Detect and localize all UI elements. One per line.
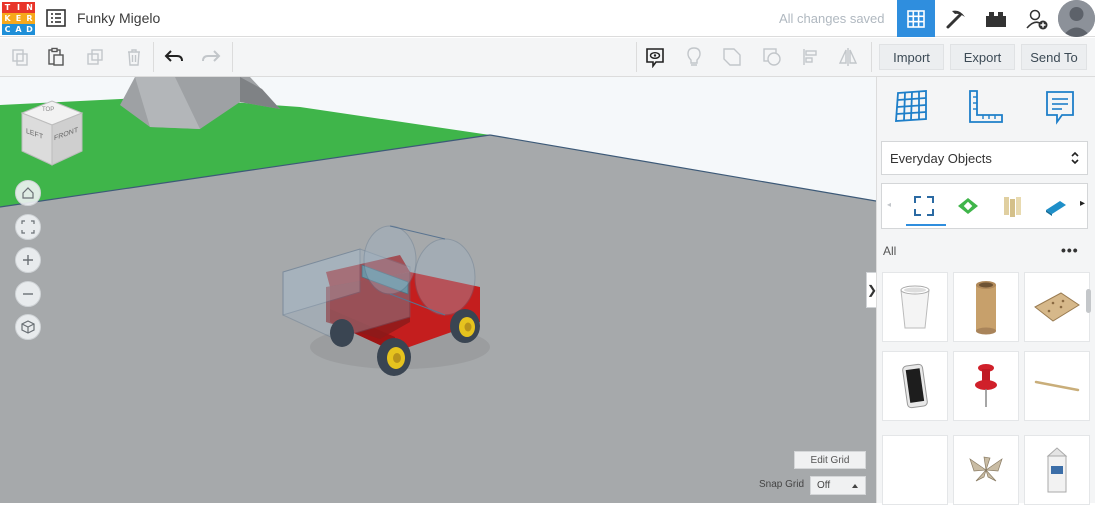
- logo-letter: C: [2, 24, 13, 35]
- top-bar: TINKERCAD Funky Migelo All changes saved: [0, 0, 1095, 37]
- light-bulb-icon[interactable]: [680, 44, 708, 70]
- toolbar-separator: [871, 42, 872, 72]
- active-tab-underline: [906, 224, 946, 226]
- cork-board-icon: [1034, 292, 1080, 322]
- import-button[interactable]: Import: [879, 44, 944, 70]
- prev-category-icon[interactable]: ◂: [887, 200, 891, 209]
- ruler-icon[interactable]: [966, 87, 1006, 127]
- perspective-icon[interactable]: [15, 314, 41, 340]
- duplicate-icon[interactable]: [82, 44, 110, 70]
- paper-ornament-icon: [969, 456, 1003, 482]
- delete-icon[interactable]: [120, 44, 148, 70]
- view-cube[interactable]: TOP LEFT FRONT: [18, 99, 84, 169]
- smartphone-icon: [902, 363, 928, 409]
- shape-card-cardboard-tube[interactable]: [953, 272, 1019, 342]
- 3d-design-view-icon[interactable]: [897, 0, 935, 37]
- shape-card-paper-ornament[interactable]: [953, 435, 1019, 505]
- redo-icon[interactable]: [197, 44, 225, 70]
- tab-wood-shapes[interactable]: [998, 192, 1026, 220]
- tab-blue-shapes[interactable]: [1042, 192, 1070, 220]
- edit-grid-button[interactable]: Edit Grid: [794, 451, 866, 469]
- paper-cup-icon: [900, 285, 930, 329]
- skewer-stick-icon: [1034, 380, 1080, 392]
- logo-letter: T: [2, 2, 13, 13]
- snap-grid-label: Snap Grid: [759, 479, 805, 490]
- logo-letter: E: [13, 13, 24, 24]
- workplane-viewport[interactable]: TOP LEFT FRONT: [0, 77, 876, 503]
- wheel: [330, 319, 354, 347]
- zoom-out-icon[interactable]: [15, 281, 41, 307]
- shape-category-tabs: ◂ ▸: [881, 183, 1088, 229]
- shape-card-paper-cup[interactable]: [882, 272, 948, 342]
- workplane-icon[interactable]: [892, 87, 932, 127]
- toolbar-separator: [232, 42, 233, 72]
- shape-library-select[interactable]: Everyday Objects: [881, 141, 1088, 175]
- shape-group-icon[interactable]: [718, 44, 746, 70]
- wheel: [377, 338, 411, 376]
- invite-user-icon[interactable]: [1018, 0, 1056, 37]
- logo-letter: I: [13, 2, 24, 13]
- push-pin-icon: [975, 364, 997, 407]
- snap-grid-select[interactable]: Off: [810, 476, 866, 495]
- toolbar-separator: [636, 42, 637, 72]
- edit-toolbar: Import Export Send To: [0, 38, 1095, 77]
- category-label: All: [883, 244, 897, 258]
- blocks-tool-icon[interactable]: [937, 0, 975, 37]
- export-button[interactable]: Export: [950, 44, 1015, 70]
- zoom-in-icon[interactable]: [15, 247, 41, 273]
- shape-library-value: Everyday Objects: [890, 150, 992, 166]
- shape-card-milk-carton[interactable]: [1024, 435, 1090, 505]
- tab-all-shapes[interactable]: [910, 192, 938, 220]
- shape-card-skewer-stick[interactable]: [1024, 351, 1090, 421]
- logo-letter: R: [24, 13, 35, 24]
- milk-carton-icon: [1046, 447, 1068, 493]
- logo-letter: N: [24, 2, 35, 13]
- logo-letter: K: [2, 13, 13, 24]
- logo-letter: D: [24, 24, 35, 35]
- bricks-icon[interactable]: [977, 0, 1015, 37]
- design-list-icon[interactable]: [46, 8, 66, 28]
- mirror-icon[interactable]: [834, 44, 862, 70]
- send-to-button[interactable]: Send To: [1021, 44, 1087, 70]
- shape-hole-icon[interactable]: [758, 44, 786, 70]
- view-cube-top: TOP: [42, 107, 55, 113]
- undo-icon[interactable]: [160, 44, 188, 70]
- user-avatar[interactable]: [1058, 0, 1095, 37]
- toolbar-separator: [153, 42, 154, 72]
- copy-icon[interactable]: [6, 44, 34, 70]
- shape-card-push-pin[interactable]: [953, 351, 1019, 421]
- tab-circuit-shapes[interactable]: [954, 192, 982, 220]
- scene-3d[interactable]: [0, 77, 876, 503]
- align-icon[interactable]: [797, 44, 825, 70]
- next-category-icon[interactable]: ▸: [1080, 198, 1085, 209]
- notes-tool-icon[interactable]: [1040, 87, 1080, 127]
- home-view-icon[interactable]: [15, 180, 41, 206]
- tinkercad-logo[interactable]: TINKERCAD: [2, 2, 36, 36]
- cardboard-tube-icon: [976, 281, 996, 335]
- fit-view-icon[interactable]: [15, 214, 41, 240]
- paste-icon[interactable]: [42, 44, 70, 70]
- more-options-button[interactable]: •••: [1061, 242, 1079, 258]
- shapes-scrollbar[interactable]: [1086, 289, 1091, 313]
- shapes-panel: Everyday Objects ◂ ▸ All •••: [876, 77, 1095, 505]
- select-arrows-icon: [1071, 151, 1079, 165]
- shape-card-cork-board[interactable]: [1024, 272, 1090, 342]
- shape-card-empty[interactable]: [882, 435, 948, 505]
- logo-letter: A: [13, 24, 24, 35]
- wheel: [450, 309, 480, 343]
- notes-icon[interactable]: [641, 44, 669, 70]
- save-status: All changes saved: [779, 11, 885, 26]
- project-title[interactable]: Funky Migelo: [77, 10, 160, 26]
- shape-card-smartphone[interactable]: [882, 351, 948, 421]
